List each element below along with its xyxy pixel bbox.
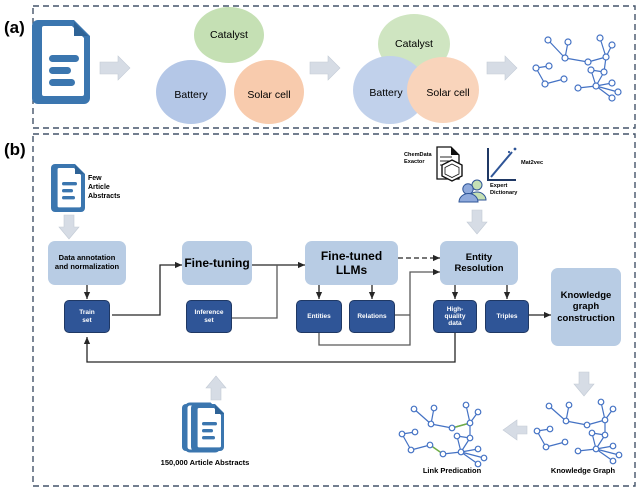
chemdata-extractor-icon (436, 146, 463, 182)
stage-kg-construction[interactable]: Knowledge graph construction (551, 268, 621, 346)
stage-kg-construction-label: Knowledge graph construction (557, 290, 615, 324)
artifact-relations-label: Relations (357, 312, 387, 320)
artifact-inference-set-label: Inference set (194, 309, 224, 324)
venn-label-catalyst: Catalyst (395, 38, 433, 50)
stage-fine-tuning[interactable]: Fine-tuning (182, 241, 252, 285)
artifact-train-set-label: Train set (79, 309, 95, 324)
grey-arrow-tools-to-entity-resolution (466, 209, 488, 235)
block-arrow-1 (99, 55, 131, 81)
stage-fine-tuned-llms[interactable]: Fine-tuned LLMs (305, 241, 398, 285)
block-arrow-2 (309, 55, 341, 81)
link-predication-graph (398, 401, 488, 468)
stage-data-annotation-label: Data annotation and normalization (54, 253, 120, 271)
knowledge-graph-icon (532, 34, 622, 102)
expert-dictionary-icon (458, 179, 487, 203)
grey-arrow-doc-to-annotation (58, 214, 80, 240)
artifact-high-quality-data[interactable]: High-quality data (433, 300, 477, 333)
corpus-docs-icon (182, 402, 224, 453)
artifact-relations[interactable]: Relations (349, 300, 395, 333)
grey-arrow-kg-to-link-pred (502, 419, 528, 441)
panel-b-letter: (b) (4, 140, 26, 159)
artifact-train-set[interactable]: Train set (64, 300, 110, 333)
knowledge-graph-label: Knowledge Graph (550, 466, 616, 475)
stage-entity-resolution-label: Entity Resolution (454, 251, 504, 274)
mat2vec-label: Mat2vec (521, 160, 544, 166)
label-catalyst: Catalyst (210, 29, 248, 41)
expert-dictionary-label: Expert Dictionary (490, 183, 518, 196)
link-predication-label: Link Predication (422, 466, 482, 475)
knowledge-graph-bottom (533, 398, 623, 465)
artifact-triples-label: Triples (496, 312, 518, 320)
artifact-triples[interactable]: Triples (485, 300, 529, 333)
block-arrow-3 (486, 55, 518, 81)
stage-data-annotation[interactable]: Data annotation and normalization (48, 241, 126, 285)
figure-canvas: (a) (b) Catalyst Battery Solar cell Cata… (0, 0, 640, 500)
label-solar-cell: Solar cell (247, 89, 291, 101)
venn-label-battery: Battery (369, 87, 403, 99)
few-abstracts-doc-icon (51, 164, 85, 212)
corpus-label: 150,000 Article Abstracts (160, 458, 250, 467)
chemdata-extractor-label: ChemData Exactor (404, 152, 432, 165)
artifact-entities[interactable]: Entities (296, 300, 342, 333)
label-battery: Battery (174, 89, 208, 101)
artifact-entities-label: Entities (307, 312, 331, 320)
grey-arrow-kg-down (573, 371, 595, 397)
venn-diagram (353, 14, 479, 124)
few-abstracts-label: Few Article Abstracts (88, 175, 121, 200)
grey-arrow-corpus-up (205, 375, 227, 401)
artifact-high-quality-data-label: High-quality data (444, 305, 466, 328)
stage-fine-tuning-label: Fine-tuning (184, 255, 250, 270)
mat2vec-chart-icon (487, 147, 517, 181)
venn-label-solar-cell: Solar cell (426, 87, 470, 99)
artifact-inference-set[interactable]: Inference set (186, 300, 232, 333)
document-icon (32, 20, 90, 104)
stage-entity-resolution[interactable]: Entity Resolution (440, 241, 518, 285)
stage-fine-tuned-llms-label: Fine-tuned LLMs (320, 248, 383, 277)
panel-a-letter: (a) (4, 18, 25, 37)
